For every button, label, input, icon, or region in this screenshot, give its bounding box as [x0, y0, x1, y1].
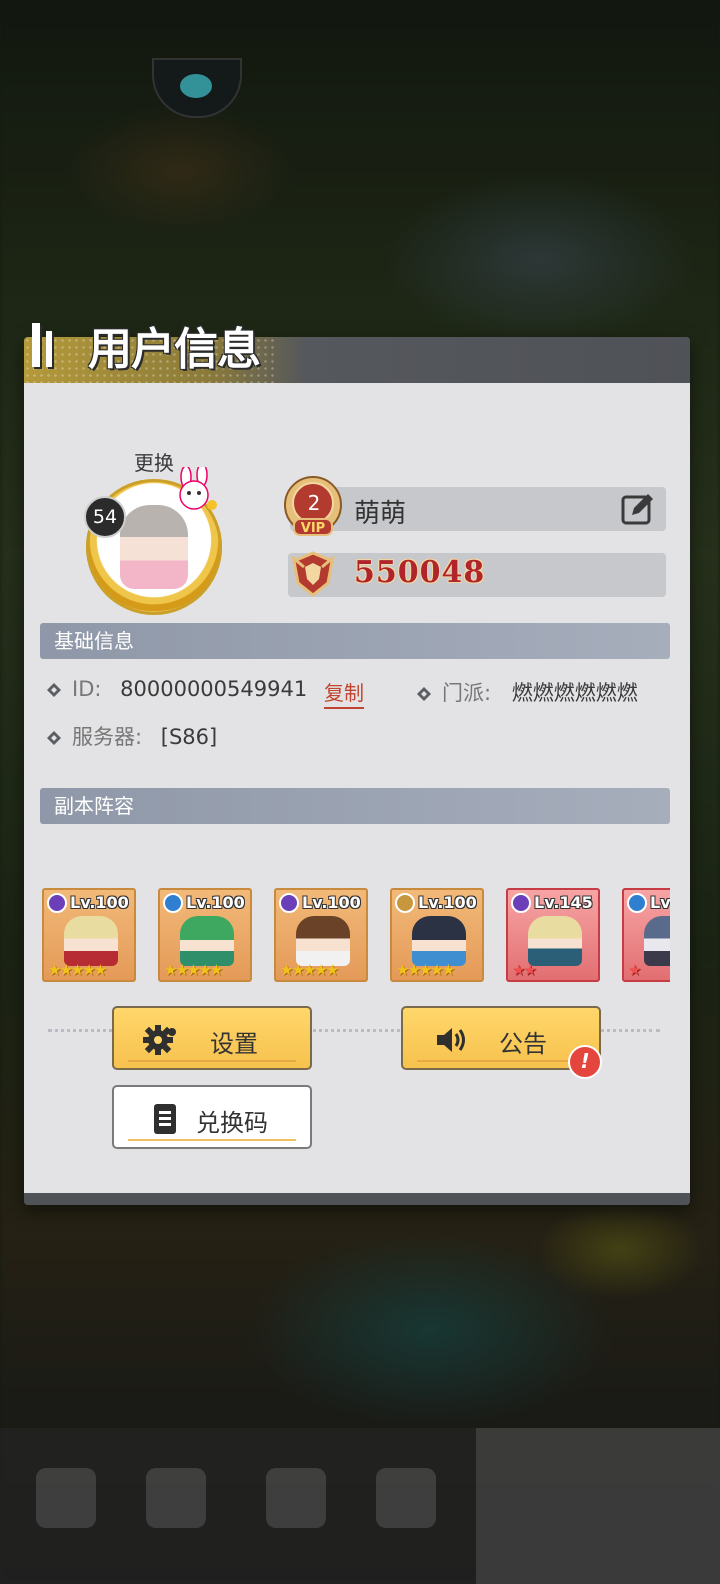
nav-slot — [376, 1468, 436, 1528]
hero-portrait — [296, 916, 350, 966]
hero-stars: ★ — [628, 961, 642, 979]
title-decoration — [32, 323, 40, 367]
hero-portrait — [64, 916, 118, 966]
bottom-nav-background — [0, 1428, 720, 1584]
hero-stars: ★★★★★ — [280, 961, 339, 979]
title-decoration — [46, 331, 52, 367]
hero-card[interactable]: Lv.100 ★★★★★ — [274, 888, 368, 982]
hero-lineup-strip[interactable]: Lv.100 ★★★★★ Lv.100 ★★★★★ Lv.100 ★★★★★ L… — [40, 383, 670, 1083]
dark-element-icon — [511, 893, 531, 913]
dark-element-icon — [279, 893, 299, 913]
panel-title: 用户信息 — [88, 324, 261, 375]
hero-portrait — [180, 916, 234, 966]
hero-portrait — [644, 916, 670, 966]
button-underline — [128, 1060, 296, 1062]
nav-main-slot — [476, 1428, 720, 1584]
hero-portrait — [528, 916, 582, 966]
user-info-panel: 用户信息 更换 54 VIP 2 萌萌 550048 基础信息 ID: 8000… — [24, 323, 690, 1205]
hero-level: Lv.100 — [186, 893, 245, 912]
hero-level: Lv.100 — [302, 893, 361, 912]
hero-stars: ★★★★★ — [48, 961, 107, 979]
redeem-code-label: 兑换码 — [196, 1109, 268, 1137]
settings-label: 设置 — [210, 1030, 258, 1058]
hero-level: Lv.100 — [70, 893, 129, 912]
water-element-icon — [627, 893, 647, 913]
hero-card[interactable]: Lv.100 ★★★★★ — [42, 888, 136, 982]
button-underline — [417, 1060, 585, 1062]
hero-level: Lv — [650, 893, 670, 912]
hero-stars: ★★★★★ — [164, 961, 223, 979]
hero-card[interactable]: Lv.100 ★★★★★ — [390, 888, 484, 982]
panel-bottom-edge — [24, 1193, 690, 1205]
hero-card[interactable]: Lv.100 ★★★★★ — [158, 888, 252, 982]
gear-icon — [143, 1025, 176, 1055]
dark-element-icon — [47, 893, 67, 913]
earth-element-icon — [395, 893, 415, 913]
hero-level: Lv.145 — [534, 893, 593, 912]
hero-stars: ★★★★★ — [396, 961, 455, 979]
panel-body: 更换 54 VIP 2 萌萌 550048 基础信息 ID: 800000005… — [24, 383, 690, 1193]
hero-card[interactable]: Lv ★ — [622, 888, 670, 982]
notice-label: 公告 — [499, 1030, 547, 1058]
speaker-icon — [437, 1028, 465, 1052]
button-underline — [128, 1139, 296, 1141]
redeem-code-button[interactable]: 兑换码 — [112, 1085, 312, 1149]
hero-stars: ★★ — [512, 961, 537, 979]
hero-card[interactable]: Lv.145 ★★ — [506, 888, 600, 982]
nav-slot — [36, 1468, 96, 1528]
nav-slot — [266, 1468, 326, 1528]
hero-level: Lv.100 — [418, 893, 477, 912]
water-element-icon — [163, 893, 183, 913]
hero-portrait — [412, 916, 466, 966]
nav-slot — [146, 1468, 206, 1528]
document-icon — [154, 1104, 176, 1134]
settings-button[interactable]: 设置 — [112, 1006, 312, 1070]
notice-alert-badge: ! — [568, 1045, 602, 1079]
